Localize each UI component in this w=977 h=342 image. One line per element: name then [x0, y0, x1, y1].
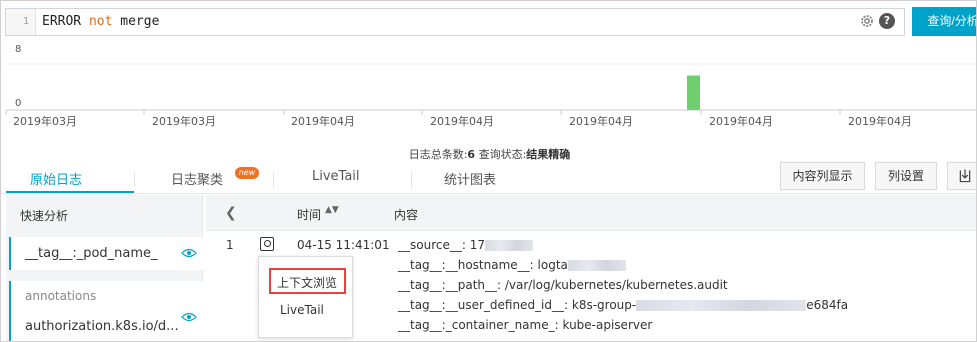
content-column-display-button[interactable]: 内容列显示	[780, 162, 865, 190]
result-summary: 日志总条数:6 查询状态:结果精确	[1, 146, 976, 162]
query-editor[interactable]: 1 ERROR not merge ?	[5, 8, 905, 36]
field-value[interactable]: /var/log/kubernetes/kubernetes.audit	[505, 278, 728, 292]
y-axis-max-label: 8	[15, 44, 22, 55]
tab-livetail[interactable]: LiveTail	[312, 169, 360, 184]
tab-log-cluster[interactable]: 日志聚类	[171, 169, 223, 188]
log-count-label: 日志总条数:	[408, 148, 468, 161]
x-axis-label: 2019年03月	[152, 115, 216, 128]
x-axis-label: 2019年04月	[569, 115, 633, 128]
field-key: __tag__:__user_defined_id__:	[398, 298, 569, 312]
column-content: 内容	[394, 208, 419, 222]
field-key: __tag__:_container_name_:	[398, 318, 559, 332]
result-tabs: 原始日志 日志聚类 new LiveTail 统计图表 内容列显示 列设置	[1, 161, 977, 194]
x-axis-label: 2019年04月	[848, 115, 912, 128]
tab-stats-chart[interactable]: 统计图表	[444, 169, 496, 188]
field-name: authorization.k8s.io/d...	[25, 319, 179, 334]
query-term-merge: merge	[120, 14, 160, 29]
log-field-user-defined-id: __tag__:__user_defined_id__: k8s-group-e…	[398, 298, 848, 312]
tab-divider	[411, 173, 412, 187]
query-status-label: 查询状态:	[478, 148, 527, 161]
x-axis-label: 2019年04月	[291, 115, 355, 128]
tab-divider	[273, 173, 274, 187]
row-context-menu: 上下文浏览 LiveTail	[258, 256, 353, 338]
row-index: 1	[226, 238, 234, 252]
column-time[interactable]: 时间	[297, 206, 321, 223]
y-axis-min-label: 0	[15, 98, 22, 109]
field-group-name: annotations	[25, 289, 97, 303]
quick-analysis-panel: 快速分析 __tag__:_pod_name_ annotations auth…	[6, 195, 203, 341]
field-item-pod-name[interactable]: __tag__:_pod_name_	[9, 237, 203, 270]
download-icon[interactable]	[947, 162, 977, 190]
query-term-error: ERROR	[42, 14, 82, 29]
log-count-value: 6	[467, 148, 476, 161]
field-item-annotations[interactable]: annotations authorization.k8s.io/d...	[9, 281, 203, 341]
log-table-header: ❮ 时间 ▲▼ 内容	[206, 195, 976, 231]
log-field-truncated	[398, 337, 898, 341]
query-text[interactable]: ERROR not merge	[42, 9, 159, 35]
column-settings-button[interactable]: 列设置	[875, 162, 937, 190]
field-value[interactable]: logta	[538, 258, 568, 272]
sort-icon[interactable]: ▲▼	[325, 205, 339, 215]
search-analyze-button[interactable]: 查询/分析	[912, 7, 976, 36]
new-badge: new	[235, 167, 259, 179]
log-field-container-name: __tag__:_container_name_: kube-apiserver	[398, 318, 652, 332]
field-value[interactable]: kube-apiserver	[562, 318, 652, 332]
log-field-hostname: __tag__:__hostname__: logta	[398, 258, 626, 272]
row-time: 04-15 11:41:01	[297, 238, 390, 252]
field-key: __source__:	[398, 238, 466, 252]
active-tab-indicator	[6, 191, 134, 193]
query-status-value: 结果精确	[526, 148, 571, 161]
field-value-prefix[interactable]: k8s-group-	[572, 298, 636, 312]
redacted-value	[636, 300, 807, 311]
quick-analysis-title: 快速分析	[20, 209, 69, 223]
log-histogram: 8 0 2019年03月 2019年03月 2019年04月 2019年04月 …	[1, 41, 976, 141]
eye-icon[interactable]	[181, 312, 197, 322]
tab-raw-logs[interactable]: 原始日志	[30, 169, 82, 188]
help-icon[interactable]: ?	[879, 13, 895, 29]
eye-icon[interactable]	[181, 248, 197, 258]
log-search-panel: 1 ERROR not merge ? 查询/分析 8 0 2019年03月 2…	[0, 0, 977, 342]
x-axis-label: 2019年04月	[430, 115, 494, 128]
redacted-value	[567, 260, 626, 271]
x-axis-label: 2019年04月	[709, 115, 773, 128]
context-search-icon[interactable]	[260, 237, 274, 251]
line-number: 1	[6, 9, 36, 35]
menu-item-livetail[interactable]: LiveTail	[280, 303, 324, 317]
query-keyword-not: not	[88, 14, 113, 29]
field-key: __tag__:__hostname__:	[398, 258, 534, 272]
field-value[interactable]: 17	[470, 238, 485, 252]
log-field-path: __tag__:__path__: /var/log/kubernetes/ku…	[398, 278, 728, 292]
log-field-source: __source__: 17	[398, 238, 534, 252]
tab-divider	[134, 173, 135, 187]
histogram-plot	[5, 63, 976, 115]
x-axis-label: 2019年03月	[13, 115, 77, 128]
menu-item-context-browse[interactable]: 上下文浏览	[277, 274, 337, 291]
histogram-bar[interactable]	[687, 75, 700, 111]
field-name: __tag__:_pod_name_	[25, 246, 158, 261]
gear-icon[interactable]	[859, 13, 875, 29]
redacted-value	[485, 240, 534, 251]
chevron-left-icon[interactable]: ❮	[225, 205, 237, 221]
field-value-suffix[interactable]: e684fa	[806, 298, 848, 312]
field-key: __tag__:__path__:	[398, 278, 502, 292]
